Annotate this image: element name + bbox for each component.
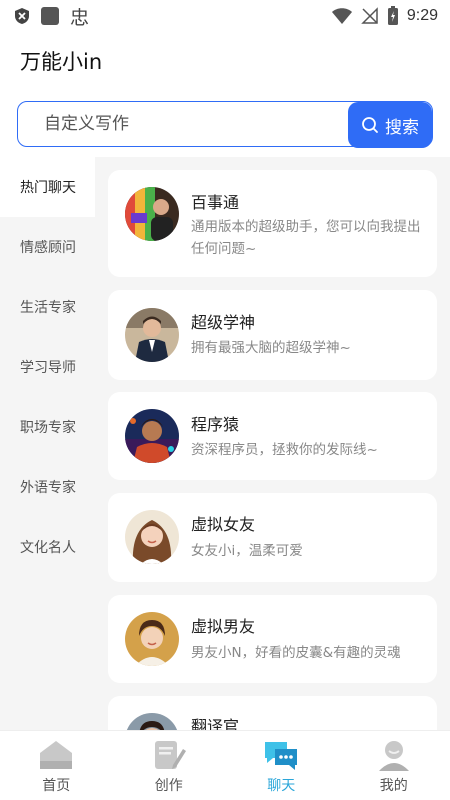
bot-description: 资深程序员，拯救你的发际线~ bbox=[191, 442, 378, 458]
nav-profile[interactable]: 我的 bbox=[338, 731, 450, 800]
search-bar: 搜索 bbox=[17, 101, 433, 148]
avatar bbox=[125, 409, 179, 463]
sidebar-item-label: 生活专家 bbox=[20, 300, 76, 316]
sidebar-item-career[interactable]: 职场专家 bbox=[0, 397, 95, 457]
bot-card-virtual-girlfriend[interactable]: 虚拟女友 女友小i，温柔可爱 bbox=[108, 493, 437, 582]
category-sidebar: 热门聊天 情感顾问 生活专家 学习导师 职场专家 外语专家 文化名人 bbox=[0, 157, 95, 730]
nav-label: 首页 bbox=[42, 778, 71, 794]
status-bar: 忠 9:29 bbox=[0, 0, 450, 32]
sidebar-item-culture[interactable]: 文化名人 bbox=[0, 517, 95, 577]
wifi-icon bbox=[331, 7, 353, 25]
bot-card-baishitong[interactable]: 百事通 通用版本的超级助手，您可以向我提出任何问题~ bbox=[108, 170, 437, 277]
avatar bbox=[125, 510, 179, 564]
nav-chat[interactable]: 聊天 bbox=[225, 731, 337, 800]
sidebar-item-life[interactable]: 生活专家 bbox=[0, 277, 95, 337]
chat-icon bbox=[263, 739, 299, 771]
bot-name: 虚拟男友 bbox=[191, 617, 256, 636]
battery-charging-icon bbox=[387, 6, 399, 26]
nav-label: 聊天 bbox=[267, 778, 296, 794]
bot-list: 百事通 通用版本的超级助手，您可以向我提出任何问题~ 超级学神 拥有最强大脑的超… bbox=[95, 157, 450, 730]
bottom-nav: 首页 创作 聊天 我的 bbox=[0, 730, 450, 800]
bot-card-translator[interactable]: 翻译官 bbox=[108, 696, 437, 730]
bot-description: 通用版本的超级助手，您可以向我提出任何问题~ bbox=[191, 219, 421, 257]
search-button-label: 搜索 bbox=[385, 117, 419, 138]
app-glyph-icon: 忠 bbox=[70, 6, 90, 29]
bot-name: 虚拟女友 bbox=[191, 515, 256, 534]
sidebar-item-study[interactable]: 学习导师 bbox=[0, 337, 95, 397]
status-right: 9:29 bbox=[331, 6, 438, 26]
bot-name: 翻译官 bbox=[191, 717, 240, 730]
bot-description: 女友小i，温柔可爱 bbox=[191, 543, 303, 559]
nav-label: 我的 bbox=[379, 778, 408, 794]
status-left: 忠 bbox=[14, 3, 89, 30]
avatar bbox=[125, 612, 179, 666]
sidebar-item-label: 职场专家 bbox=[20, 420, 76, 436]
bot-card-programmer[interactable]: 程序猿 资深程序员，拯救你的发际线~ bbox=[108, 392, 437, 480]
bot-card-virtual-boyfriend[interactable]: 虚拟男友 男友小N，好看的皮囊&有趣的灵魂 bbox=[108, 595, 437, 683]
sidebar-item-label: 情感顾问 bbox=[20, 240, 76, 256]
app-title: 万能小in bbox=[20, 50, 103, 74]
home-icon bbox=[38, 739, 74, 771]
shield-icon bbox=[14, 7, 30, 25]
sidebar-item-label: 学习导师 bbox=[20, 360, 76, 376]
nav-home[interactable]: 首页 bbox=[0, 731, 112, 800]
avatar bbox=[125, 713, 179, 730]
bot-name: 超级学神 bbox=[191, 313, 256, 332]
bot-card-super-scholar[interactable]: 超级学神 拥有最强大脑的超级学神~ bbox=[108, 290, 437, 380]
bot-name: 百事通 bbox=[191, 193, 240, 212]
sidebar-item-label: 热门聊天 bbox=[20, 180, 76, 196]
avatar bbox=[125, 308, 179, 362]
search-input[interactable] bbox=[44, 114, 334, 134]
nav-create[interactable]: 创作 bbox=[113, 731, 225, 800]
search-button[interactable]: 搜索 bbox=[348, 102, 432, 148]
sidebar-item-label: 文化名人 bbox=[20, 540, 76, 556]
sidebar-item-language[interactable]: 外语专家 bbox=[0, 457, 95, 517]
avatar bbox=[125, 187, 179, 241]
sidebar-item-label: 外语专家 bbox=[20, 480, 76, 496]
search-icon bbox=[361, 116, 379, 134]
app-square-icon bbox=[40, 6, 60, 26]
sidebar-item-emotion[interactable]: 情感顾问 bbox=[0, 217, 95, 277]
profile-icon bbox=[376, 739, 412, 771]
no-signal-icon bbox=[361, 7, 379, 25]
bot-description: 男友小N，好看的皮囊&有趣的灵魂 bbox=[191, 645, 401, 661]
bot-description: 拥有最强大脑的超级学神~ bbox=[191, 340, 351, 356]
nav-label: 创作 bbox=[154, 778, 183, 794]
bot-name: 程序猿 bbox=[191, 415, 240, 434]
write-icon bbox=[151, 739, 187, 771]
clock-time: 9:29 bbox=[406, 7, 438, 24]
sidebar-item-hot-chat[interactable]: 热门聊天 bbox=[0, 157, 95, 217]
